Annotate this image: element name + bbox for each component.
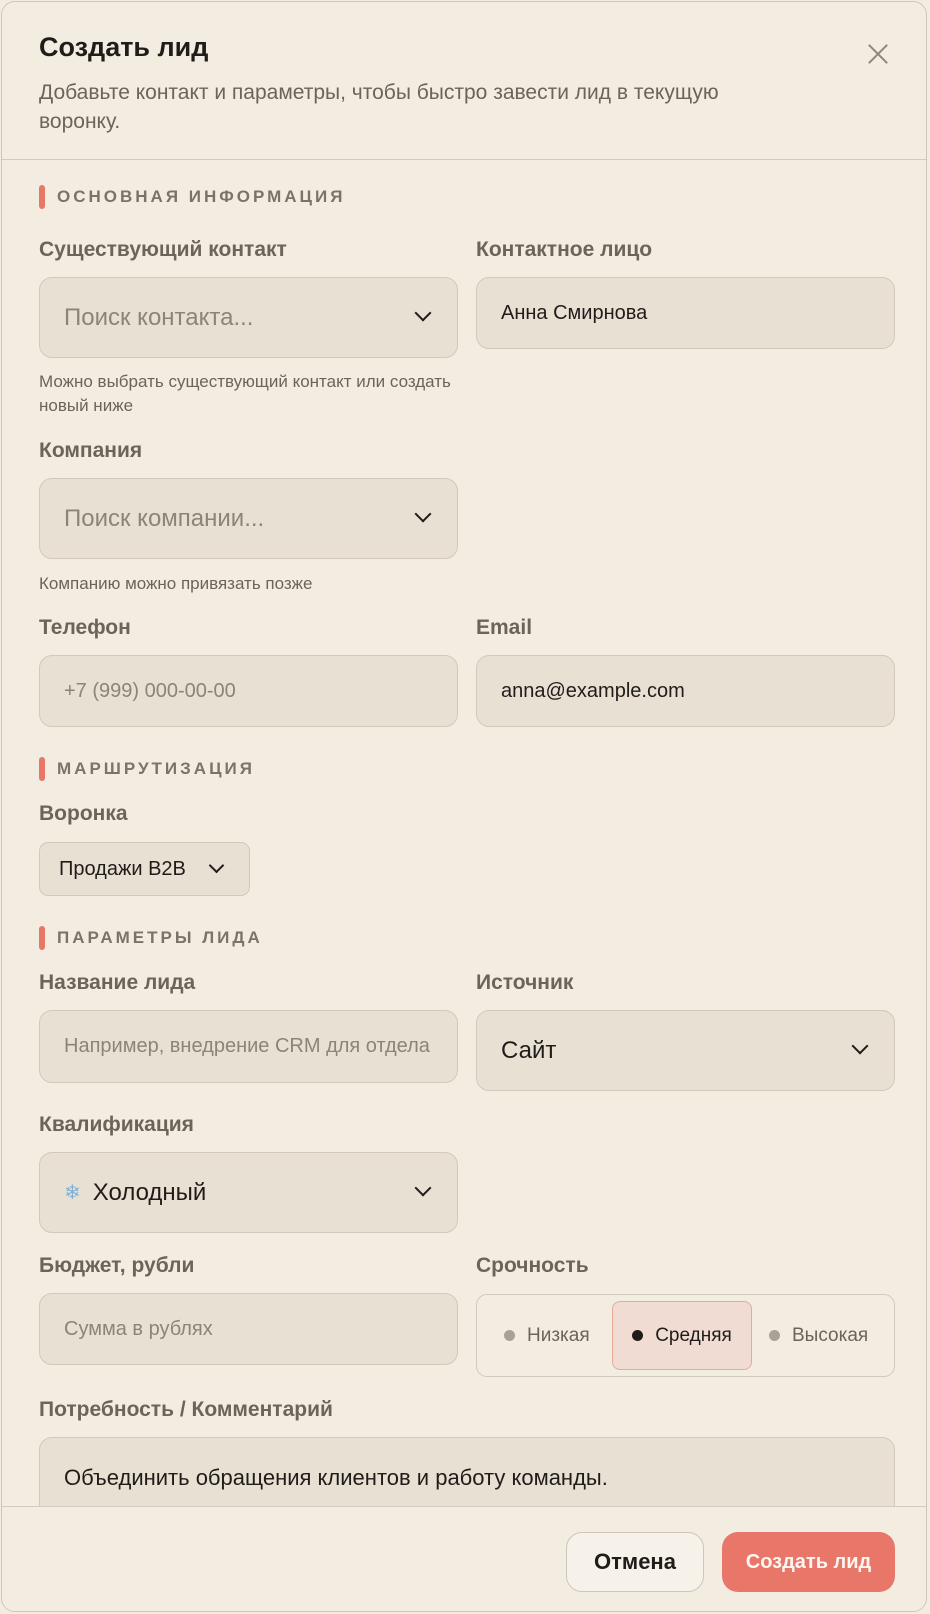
email-label: Email — [476, 616, 533, 639]
dialog-subtitle: Добавьте контакт и параметры, чтобы быст… — [39, 81, 719, 133]
dialog-footer: Отмена Создать лид — [2, 1506, 926, 1611]
contact-person-value: Анна Смирнова — [501, 301, 648, 324]
funnel-select[interactable]: Продажи B2B — [39, 842, 250, 896]
email-input[interactable]: anna@example.com — [476, 655, 895, 727]
contact-person-label: Контактное лицо — [476, 238, 653, 261]
radio-dot-icon — [769, 1330, 780, 1341]
chevron-down-icon — [851, 1037, 869, 1055]
urgency-option-high[interactable]: Высокая — [769, 1301, 868, 1370]
section-accent-bar — [39, 926, 45, 950]
dialog-title: Создать лид — [39, 32, 209, 62]
existing-contact-label: Существующий контакт — [39, 238, 287, 261]
radio-dot-icon — [504, 1330, 515, 1341]
comment-label: Потребность / Комментарий — [39, 1398, 333, 1421]
budget-label: Бюджет, рубли — [39, 1254, 195, 1277]
email-value: anna@example.com — [501, 679, 685, 702]
qualification-label: Квалификация — [39, 1113, 194, 1136]
section-routing: МАРШРУТИЗАЦИЯ — [39, 757, 255, 781]
section-accent-bar — [39, 185, 45, 209]
existing-contact-select[interactable]: Поиск контакта... — [39, 277, 458, 358]
urgency-option-low[interactable]: Низкая — [504, 1301, 590, 1370]
urgency-segmented-control: Низкая Средняя Высокая — [476, 1294, 895, 1377]
chevron-down-icon — [414, 1179, 432, 1197]
phone-label: Телефон — [39, 616, 131, 639]
company-select[interactable]: Поиск компании... — [39, 478, 458, 559]
funnel-label: Воронка — [39, 802, 128, 825]
chevron-down-icon — [414, 304, 432, 322]
phone-placeholder: +7 (999) 000-00-00 — [64, 679, 236, 702]
budget-placeholder: Сумма в рублях — [64, 1317, 213, 1340]
cancel-button[interactable]: Отмена — [566, 1532, 704, 1592]
close-icon[interactable] — [864, 40, 892, 68]
create-lead-button[interactable]: Создать лид — [722, 1532, 895, 1592]
lead-name-placeholder: Например, внедрение CRM для отдела — [64, 1035, 430, 1057]
urgency-option-medium[interactable]: Средняя — [612, 1301, 752, 1370]
qualification-select[interactable]: ❄ Холодный — [39, 1152, 458, 1233]
phone-input[interactable]: +7 (999) 000-00-00 — [39, 655, 458, 727]
budget-input[interactable]: Сумма в рублях — [39, 1293, 458, 1365]
urgency-option-label: Низкая — [527, 1324, 590, 1346]
create-lead-dialog: Создать лид Добавьте контакт и параметры… — [1, 1, 927, 1612]
section-basic-info: ОСНОВНАЯ ИНФОРМАЦИЯ — [39, 185, 345, 209]
lead-name-input[interactable]: Например, внедрение CRM для отдела — [39, 1010, 458, 1083]
existing-contact-placeholder: Поиск контакта... — [64, 303, 254, 331]
chevron-down-icon — [208, 857, 225, 874]
existing-contact-hint: Можно выбрать существующий контакт или с… — [39, 372, 451, 415]
urgency-label: Срочность — [476, 1254, 589, 1277]
funnel-value: Продажи B2B — [59, 857, 186, 880]
qualification-value: Холодный — [92, 1178, 207, 1206]
source-label: Источник — [476, 971, 574, 994]
contact-person-input[interactable]: Анна Смирнова — [476, 277, 895, 349]
chevron-down-icon — [414, 505, 432, 523]
source-select[interactable]: Сайт — [476, 1010, 895, 1091]
section-title: ПАРАМЕТРЫ ЛИДА — [57, 928, 263, 947]
snowflake-icon: ❄ — [64, 1182, 81, 1204]
lead-name-label: Название лида — [39, 971, 196, 994]
source-value: Сайт — [501, 1036, 557, 1064]
company-label: Компания — [39, 439, 143, 462]
urgency-option-label: Средняя — [655, 1324, 732, 1346]
company-placeholder: Поиск компании... — [64, 504, 265, 532]
urgency-option-label: Высокая — [792, 1324, 869, 1346]
comment-value: Объединить обращения клиентов и работу к… — [64, 1465, 608, 1490]
section-lead-params: ПАРАМЕТРЫ ЛИДА — [39, 926, 263, 950]
section-accent-bar — [39, 757, 45, 781]
company-hint: Компанию можно привязать позже — [39, 574, 313, 593]
radio-dot-icon — [632, 1330, 644, 1341]
section-title: ОСНОВНАЯ ИНФОРМАЦИЯ — [57, 187, 346, 206]
dialog-header: Создать лид Добавьте контакт и параметры… — [2, 2, 926, 160]
section-title: МАРШРУТИЗАЦИЯ — [57, 759, 255, 778]
